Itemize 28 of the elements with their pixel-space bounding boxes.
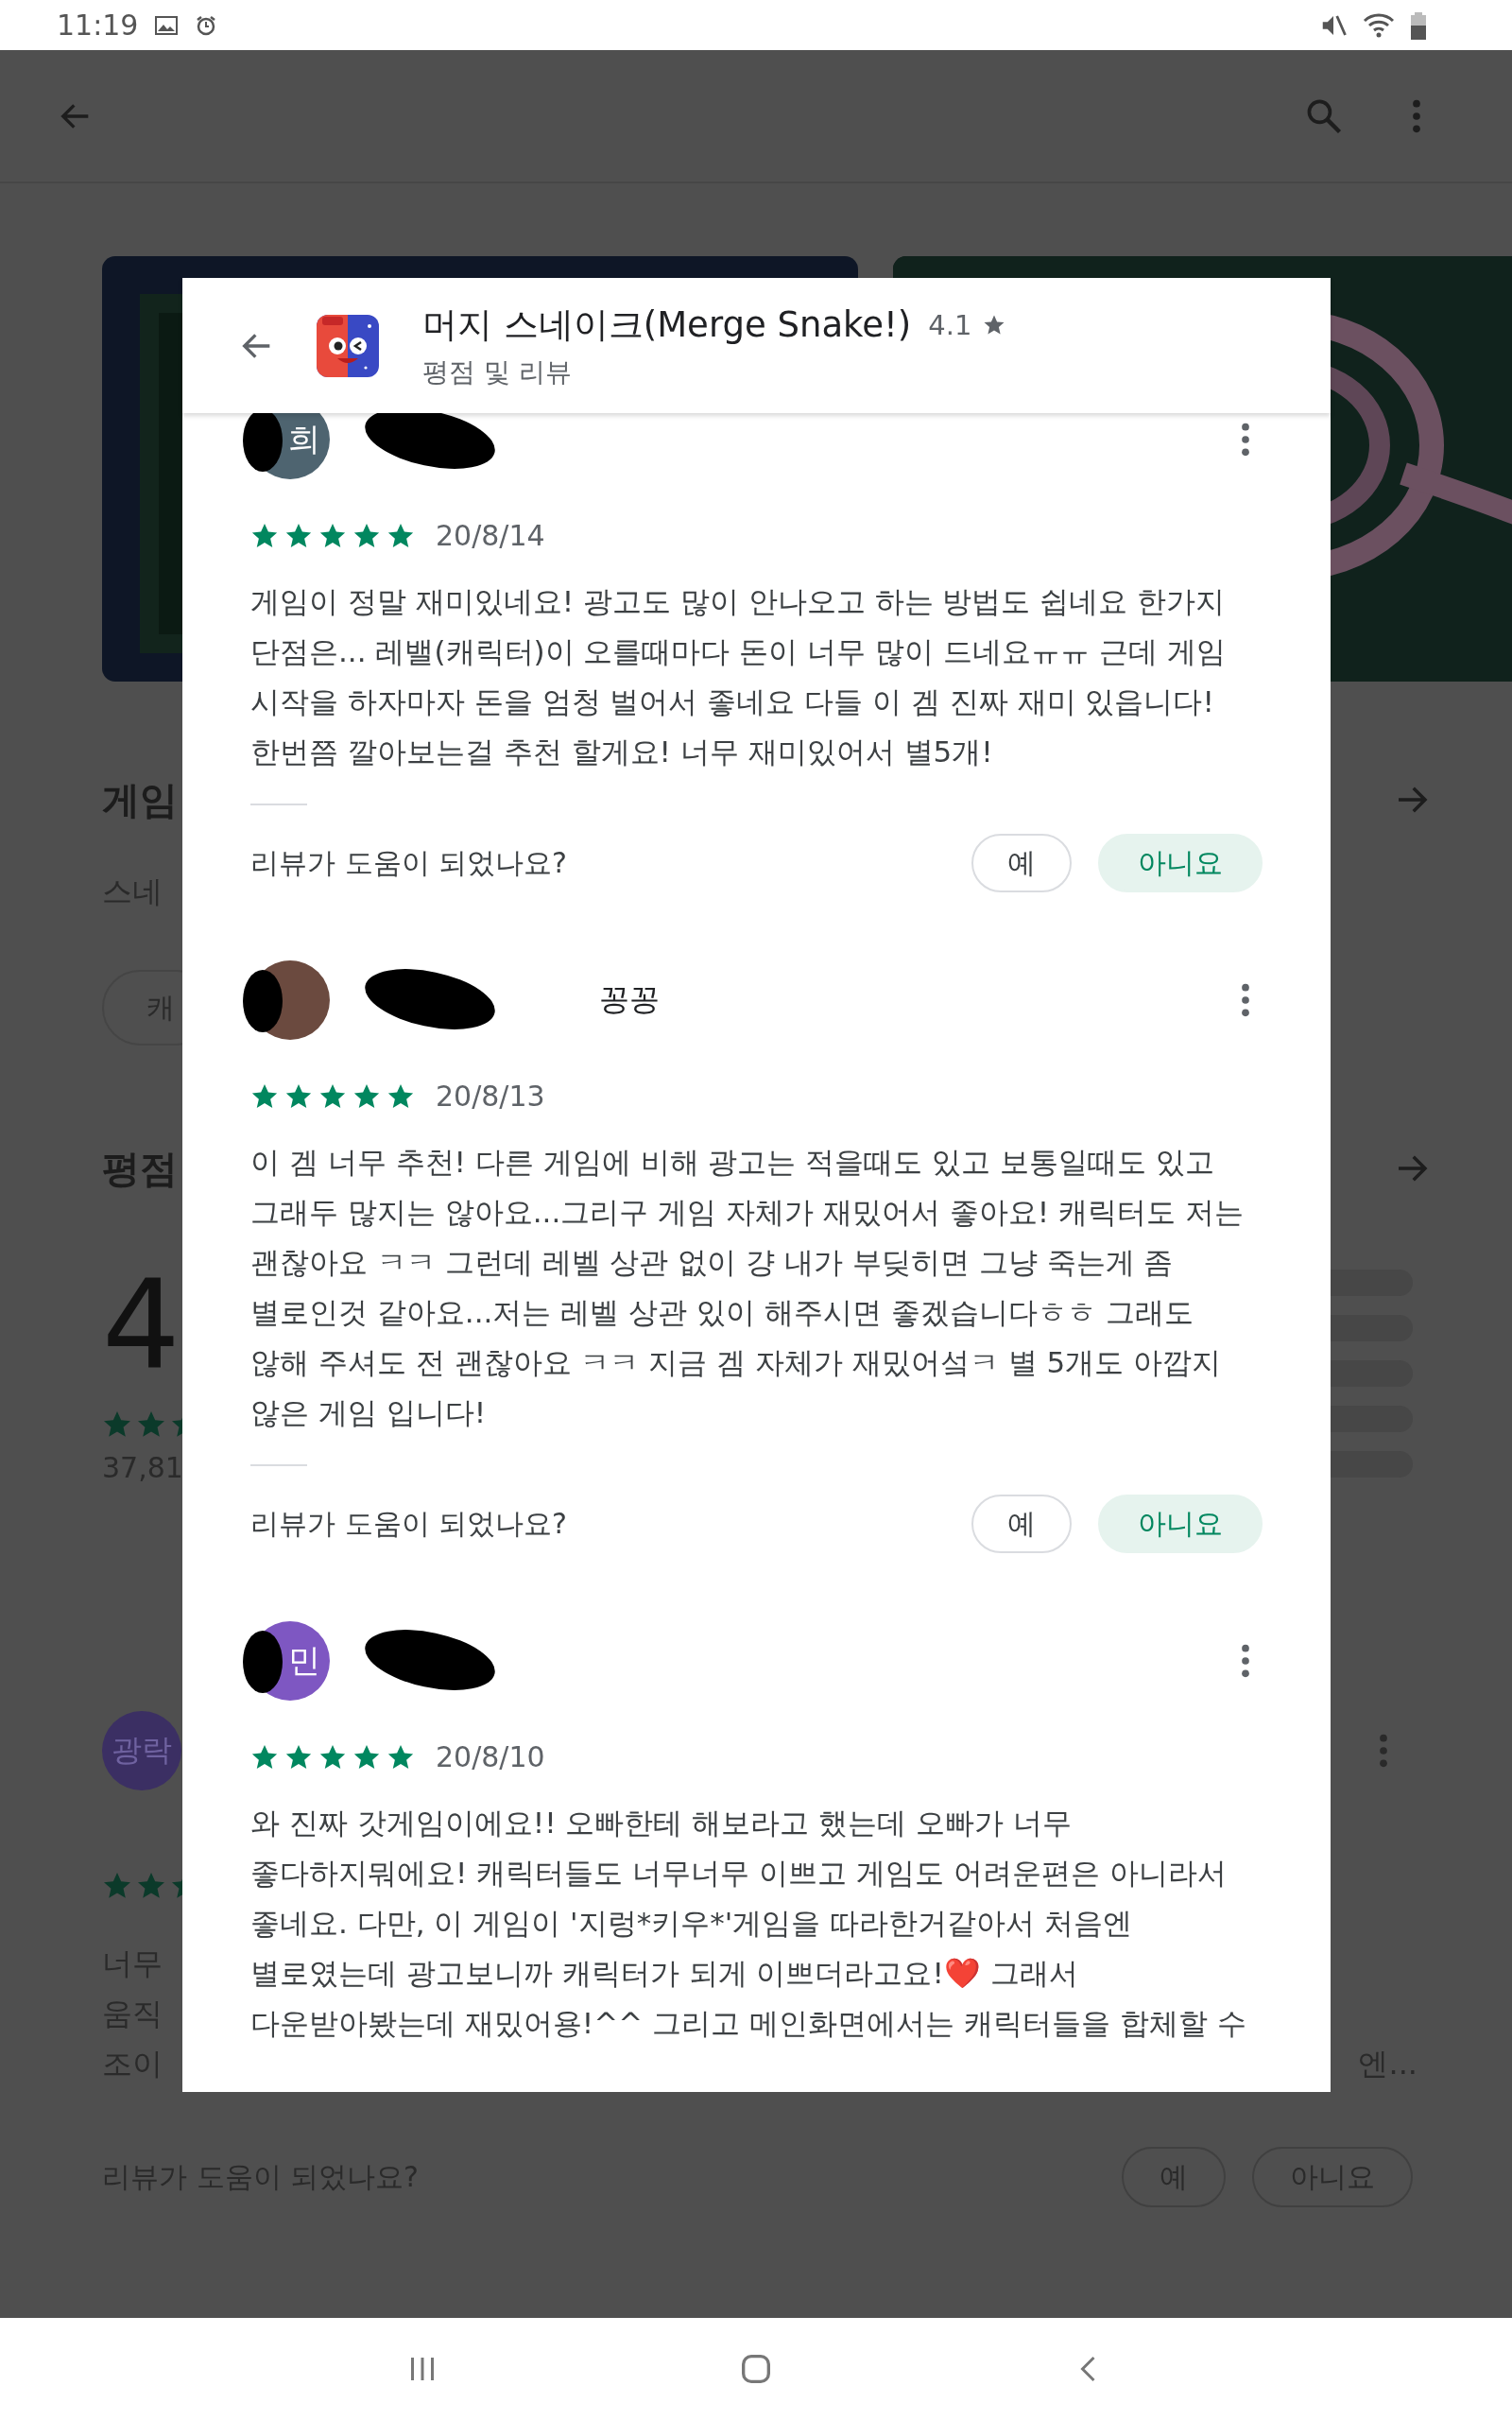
helpful-prompt: 리뷰가 도움이 되었나요? xyxy=(250,1505,567,1542)
clock-time: 11:19 xyxy=(57,9,139,42)
vote-button[interactable]: 아니요 xyxy=(1098,1495,1263,1553)
image-icon xyxy=(153,13,180,37)
review-text: 와 진짜 갓게임이에요!! 오빠한테 해보라고 했는데 오빠가 너무 좋다하지뭐에요! 캐릭터들도 너무너무 이쁘고 게임도 어려운편은 아니라서 좋네요. 다만, 이 게임이 '지렁*키우*'게임을 따라한거같아서 처음엔 별로였는데 광고보니까 캐릭터가 되게 이쁘더라고요!❤ 그래서 다운받아봤는데 재밌어용!^^ 그리고 메인화면에서는 캐릭터들을 합체할 수 xyxy=(250,1805,1247,2042)
review-text: 이 겜 너무 추천! 다른 게임에 비해 광고는 적을때도 있고 보통일때도 있고 그래두 많지는 않아요...그리구 게임 자체가 재밌어서 좋아요! 캐릭터도 저는 괜찮아요 ㅋㅋ 그런데 레벨 상관 없이 걍 내가 부딪히면 그냥 죽는게 좀 별로인것 같아요...저는 레벨 상관 있이 해주시면 좋겠습니다ㅎㅎ 그래도 않해 주셔도 전 괜찮아요 ㅋㅋ 지금 겜 자체가 재밌어섴ㅋ 별 5개도 아깝지 않은 게임 입니다! xyxy=(250,1144,1245,1431)
more-options-icon[interactable] xyxy=(1240,1642,1251,1680)
review-date: 20/8/13 xyxy=(436,1080,545,1113)
redaction-mark xyxy=(243,413,283,472)
vote-button[interactable]: 예 xyxy=(971,1495,1072,1553)
app-icon xyxy=(317,314,379,377)
dialog-subtitle: 평점 및 리뷰 xyxy=(422,354,573,389)
more-options-icon[interactable] xyxy=(1240,981,1251,1019)
redaction-mark xyxy=(243,1631,283,1693)
app-title: 머지 스네이크(Merge Snake!) xyxy=(422,302,912,347)
helpful-prompt: 리뷰가 도움이 되었나요? xyxy=(250,844,567,881)
review-date: 20/8/14 xyxy=(436,519,545,552)
rating-score: 4 xyxy=(102,1268,181,1381)
app-rating: 4.1 xyxy=(928,308,972,341)
vote-button[interactable]: 예 xyxy=(971,834,1072,892)
review-date: 20/8/10 xyxy=(436,1740,545,1773)
more-options-icon[interactable] xyxy=(1240,421,1251,458)
avatar: 광락 xyxy=(102,1711,181,1790)
reviewer-name: 꽁꽁 xyxy=(599,980,660,1019)
redaction-mark xyxy=(243,970,283,1032)
vote-button[interactable]: 아니요 xyxy=(1098,834,1263,892)
battery-icon xyxy=(1410,10,1427,40)
review-text: 게임이 정말 재미있네요! 광고도 많이 안나오고 하는 방법도 쉽네요 한가지 단점은... 레밸(캐릭터)이 오를때마다 돈이 너무 많이 드네요ㅠㅠ 근데 게임 시작을 하자마자 돈을 엄청 벌어서 좋네요 다들 이 겜 진짜 재미 있읍니다! 한번쯤 깔아보는걸 추천 할게요! 너무 재미있어서 별5개! xyxy=(250,583,1227,770)
